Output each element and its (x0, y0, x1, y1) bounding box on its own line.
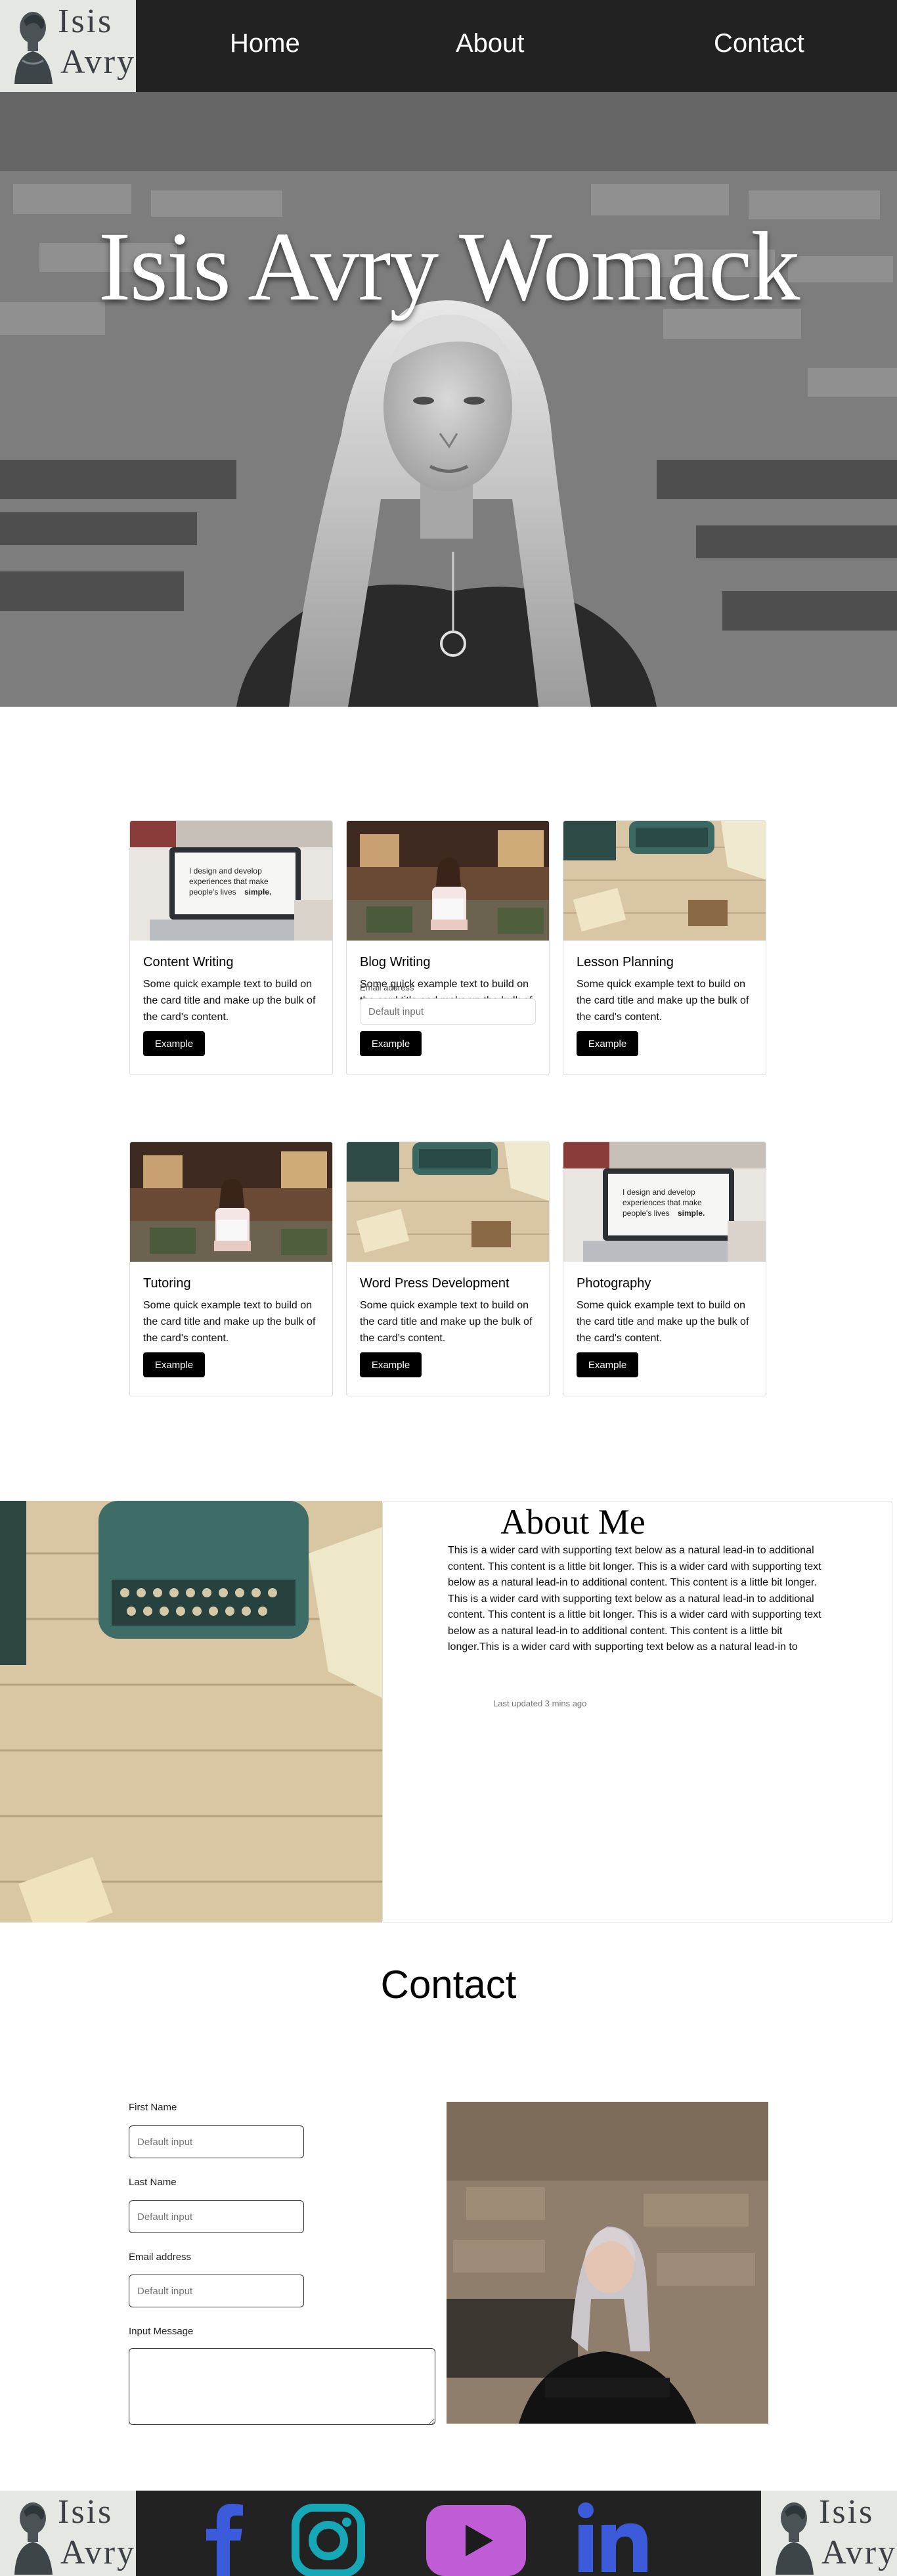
nav-contact-link[interactable]: Contact (714, 29, 804, 58)
about-text: This is a wider card with supporting tex… (448, 1545, 821, 1653)
card-example-button[interactable]: Example (577, 1352, 638, 1377)
laptop-screen-line-4: simple. (678, 1209, 705, 1218)
page: Isis Avry Home About Contact Isis Avry W… (0, 0, 897, 2576)
card-text: Some quick example text to build on the … (143, 1300, 316, 1344)
hero-title: Isis Avry Womack (98, 212, 800, 321)
youtube-icon[interactable] (426, 2505, 526, 2576)
card-image (347, 1142, 549, 1262)
card-lesson-planning: Lesson Planning Some quick example text … (563, 820, 766, 1075)
about-image (0, 1501, 382, 1922)
logo-text: Isis Avry (58, 1, 136, 83)
card-content-writing: I design and develop experiences that ma… (129, 820, 333, 1075)
logo[interactable]: Isis Avry (0, 0, 136, 92)
laptop-screen-line-3: people's lives (623, 1209, 670, 1218)
footer-bar: Isis Avry Isis Avry (0, 2491, 897, 2576)
first-name-input[interactable] (129, 2125, 304, 2158)
typewriter-desk-photo (563, 821, 766, 941)
logo-line-2: Avry (60, 43, 136, 81)
card-title: Photography (577, 1276, 651, 1291)
card-tutoring: Tutoring Some quick example text to buil… (129, 1142, 333, 1396)
card-photography: I design and develop experiences that ma… (563, 1142, 766, 1396)
card-example-button[interactable]: Example (360, 1031, 422, 1056)
bust-statue-icon (776, 2502, 814, 2575)
laptop-screen-line-1: I design and develop (189, 866, 262, 876)
card-image (563, 821, 766, 941)
logo-line-1: Isis (58, 2493, 114, 2531)
hero-banner: Isis Avry Womack (0, 92, 897, 707)
card-example-button[interactable]: Example (143, 1031, 205, 1056)
nav-home-link[interactable]: Home (230, 29, 300, 58)
message-textarea[interactable] (129, 2348, 435, 2425)
typewriter-desk-photo (347, 1142, 549, 1262)
card-example-button[interactable]: Example (360, 1352, 422, 1377)
card-title: Tutoring (143, 1276, 191, 1291)
card-title: Blog Writing (360, 955, 431, 969)
card-title: Word Press Development (360, 1276, 510, 1291)
logo-line-2: Avry (821, 2534, 897, 2571)
last-name-input[interactable] (129, 2200, 304, 2233)
contact-photo (447, 2102, 768, 2424)
hero-portrait-image (0, 92, 897, 707)
nav-about-link[interactable]: About (456, 29, 525, 58)
laptop-screen-line-2: experiences that make (623, 1198, 702, 1207)
footer-logo-left[interactable]: Isis Avry (0, 2491, 136, 2576)
card-text: Some quick example text to build on the … (577, 979, 749, 1023)
card-image (130, 1142, 332, 1262)
footer-logo-right[interactable]: Isis Avry (761, 2491, 897, 2576)
card-title: Content Writing (143, 955, 234, 969)
woman-portrait-photo (447, 2102, 768, 2424)
last-name-label: Last Name (129, 2177, 177, 2188)
typewriter-desk-photo (0, 1501, 382, 1922)
bust-statue-icon (14, 2502, 53, 2575)
message-label: Input Message (129, 2326, 194, 2337)
email-overlay-input[interactable] (360, 998, 536, 1025)
email-overlay-label: Email address (360, 983, 414, 992)
woman-with-laptop-photo (130, 1142, 332, 1262)
about-card: About Me This is a wider card with suppo… (382, 1501, 892, 1922)
logo-line-1: Isis (58, 3, 114, 40)
linkedin-icon[interactable] (577, 2501, 649, 2573)
first-name-label: First Name (129, 2102, 177, 2113)
logo-text: Isis Avry (58, 2492, 136, 2573)
about-updated: Last updated 3 mins ago (493, 1699, 587, 1708)
header-bar: Isis Avry Home About Contact (0, 0, 897, 92)
card-title: Lesson Planning (577, 955, 674, 969)
card-text: Some quick example text to build on the … (577, 1300, 749, 1344)
card-blog-writing: Blog Writing Some quick example text to … (346, 820, 550, 1075)
card-text: Some quick example text to build on the … (143, 979, 316, 1023)
laptop-screen-line-3: people's lives (189, 887, 236, 897)
card-word-press-development: Word Press Development Some quick exampl… (346, 1142, 550, 1396)
laptop-screen-line-4: simple. (244, 887, 271, 897)
about-title: About Me (500, 1502, 645, 1542)
card-text: Some quick example text to build on the … (360, 1300, 533, 1344)
woman-with-laptop-photo (347, 821, 549, 941)
laptop-design-photo: I design and develop experiences that ma… (563, 1142, 766, 1262)
logo-text: Isis Avry (819, 2492, 897, 2573)
card-example-button[interactable]: Example (577, 1031, 638, 1056)
facebook-icon[interactable] (205, 2502, 244, 2576)
instagram-icon[interactable] (292, 2504, 365, 2576)
card-image: I design and develop experiences that ma… (130, 821, 332, 941)
card-example-button[interactable]: Example (143, 1352, 205, 1377)
card-image (347, 821, 549, 941)
laptop-screen-line-1: I design and develop (623, 1188, 695, 1197)
laptop-design-photo: I design and develop experiences that ma… (130, 821, 332, 941)
logo-line-1: Isis (819, 2493, 875, 2531)
bust-statue-icon (14, 12, 53, 84)
card-image: I design and develop experiences that ma… (563, 1142, 766, 1262)
logo-line-2: Avry (60, 2534, 136, 2571)
email-input[interactable] (129, 2275, 304, 2307)
email-label: Email address (129, 2252, 192, 2263)
contact-title: Contact (380, 1963, 517, 2007)
laptop-screen-line-2: experiences that make (189, 877, 269, 886)
